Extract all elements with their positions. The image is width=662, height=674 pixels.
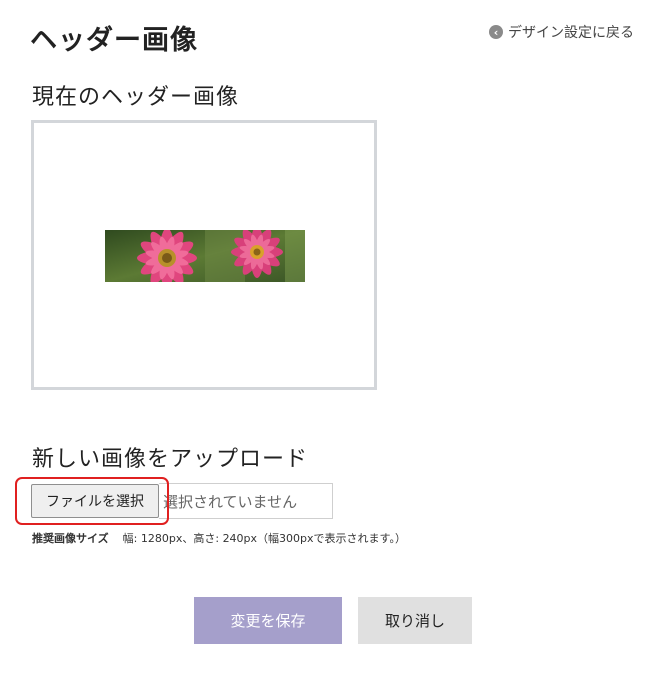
page-title: ヘッダー画像 — [30, 25, 198, 56]
cancel-button[interactable]: 取り消し — [358, 597, 472, 644]
save-changes-button[interactable]: 変更を保存 — [194, 597, 342, 644]
header-image-flowers — [105, 230, 305, 282]
arrow-left-circle-icon: ‹ — [489, 25, 503, 39]
back-link-label: デザイン設定に戻る — [508, 25, 634, 41]
current-header-preview — [31, 120, 377, 390]
upload-section-title: 新しい画像をアップロード — [32, 447, 309, 472]
back-to-design-settings-link[interactable]: ‹ デザイン設定に戻る — [489, 22, 634, 42]
current-header-title: 現在のヘッダー画像 — [32, 85, 240, 110]
file-status-text: 選択されていません — [159, 483, 333, 519]
recommended-size-hint: 推奨画像サイズ 幅: 1280px、高さ: 240px（幅300pxで表示されます… — [32, 530, 406, 546]
size-hint-text: 幅: 1280px、高さ: 240px（幅300pxで表示されます。） — [122, 532, 406, 545]
file-picker: ファイルを選択 選択されていません — [31, 483, 333, 519]
choose-file-button[interactable]: ファイルを選択 — [31, 484, 159, 518]
size-hint-label: 推奨画像サイズ — [32, 532, 109, 545]
